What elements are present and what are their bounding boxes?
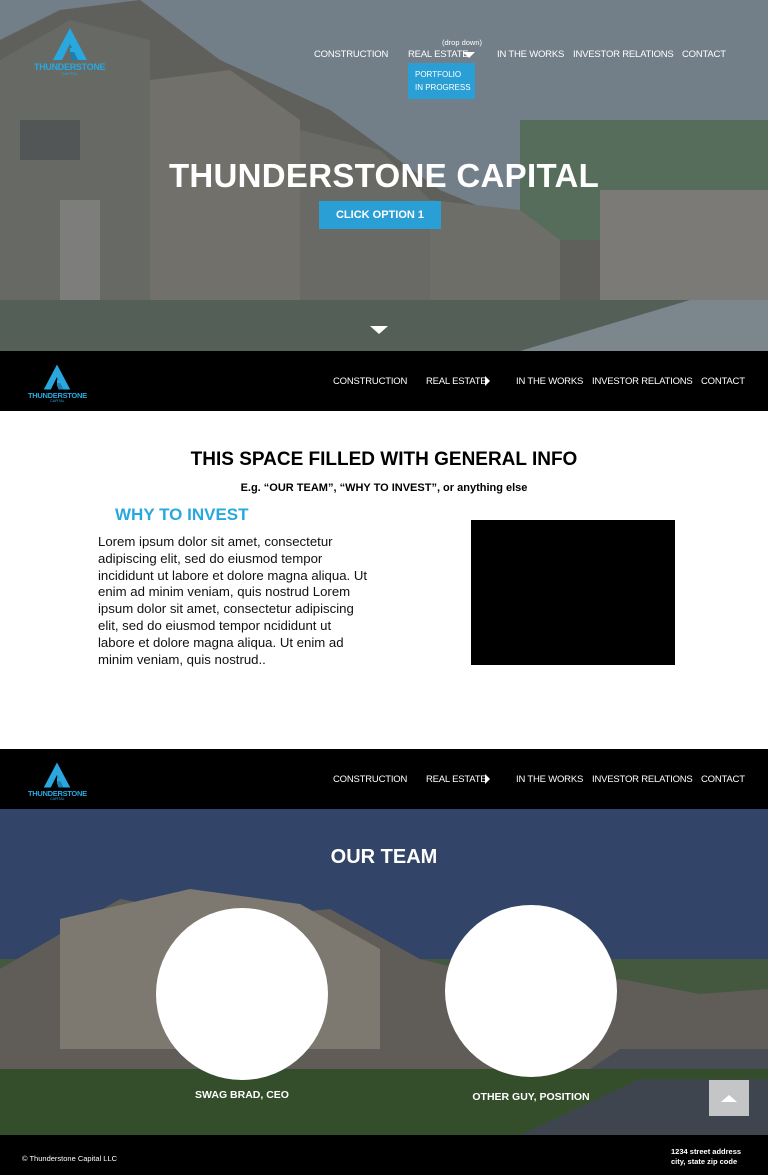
nav-in-the-works[interactable]: IN THE WORKS — [516, 376, 583, 387]
nav-real-estate[interactable]: REAL ESTATE — [426, 774, 487, 785]
logo-subtext: CAPITAL — [61, 71, 78, 76]
member-name: OTHER GUY, POSITION — [472, 1091, 590, 1103]
nav-contact[interactable]: CONTACT — [701, 376, 745, 387]
arrow-up-icon — [721, 1094, 737, 1102]
member-photo[interactable] — [445, 905, 617, 1077]
info-title: THIS SPACE FILLED WITH GENERAL INFO — [190, 449, 578, 470]
why-invest-heading: WHY TO INVEST — [115, 505, 249, 524]
chevron-right-icon[interactable] — [485, 774, 490, 784]
nav-construction[interactable]: CONSTRUCTION — [314, 49, 388, 60]
nav-in-the-works[interactable]: IN THE WORKS — [516, 774, 583, 785]
nav-real-estate[interactable]: REAL ESTATE — [408, 49, 469, 60]
address-line-1: 1234 street address — [671, 1147, 742, 1156]
nav-contact[interactable]: CONTACT — [701, 774, 745, 785]
chevron-right-icon[interactable] — [485, 376, 490, 386]
nav-construction[interactable]: CONSTRUCTION — [333, 774, 407, 785]
dropdown-item-portfolio[interactable]: PORTFOLIO — [415, 68, 468, 81]
footer-address: 1234 street address city, state zip code — [671, 1147, 741, 1167]
cta-button[interactable]: CLICK OPTION 1 — [319, 201, 441, 229]
media-placeholder[interactable] — [471, 520, 675, 665]
site-footer: © Thunderstone Capital LLC 1234 street a… — [0, 1135, 768, 1175]
nav-construction[interactable]: CONSTRUCTION — [333, 376, 407, 387]
dropdown-item-in-progress[interactable]: IN PROGRESS — [415, 81, 471, 94]
scroll-down-icon[interactable] — [370, 326, 388, 334]
copyright-text: © Thunderstone Capital LLC — [22, 1154, 118, 1163]
team-section: OUR TEAM SWAG BRAD, CEO OTHER GUY, POSIT… — [0, 809, 768, 1135]
main-nav: CONSTRUCTION REAL ESTATE IN THE WORKS IN… — [0, 351, 768, 411]
nav-real-estate[interactable]: REAL ESTATE — [426, 376, 487, 387]
nav-bar-secondary: THUNDERSTONE CAPITAL CONSTRUCTION REAL E… — [0, 749, 768, 809]
member-photo[interactable] — [156, 908, 328, 1080]
nav-contact[interactable]: CONTACT — [682, 49, 726, 60]
address-line-2: city, state zip code — [671, 1157, 738, 1166]
general-info-section: THIS SPACE FILLED WITH GENERAL INFO E.g.… — [0, 411, 768, 749]
back-to-top-button[interactable] — [709, 1080, 749, 1116]
team-title: OUR TEAM — [330, 846, 438, 868]
hero-title: THUNDERSTONE CAPITAL — [168, 157, 600, 194]
why-invest-body: Lorem ipsum dolor sit amet, consectetur … — [98, 534, 368, 667]
nav-in-the-works[interactable]: IN THE WORKS — [497, 49, 564, 60]
member-name: SWAG BRAD, CEO — [195, 1089, 289, 1101]
nav-investor-relations[interactable]: INVESTOR RELATIONS — [573, 49, 674, 60]
dropdown-hint: (drop down) — [442, 38, 483, 47]
main-nav: CONSTRUCTION REAL ESTATE IN THE WORKS IN… — [0, 749, 768, 809]
real-estate-dropdown: PORTFOLIO IN PROGRESS — [408, 63, 475, 99]
nav-investor-relations[interactable]: INVESTOR RELATIONS — [592, 376, 693, 387]
nav-bar-primary: THUNDERSTONE CAPITAL CONSTRUCTION REAL E… — [0, 351, 768, 411]
hero-section: THUNDERSTONE CAPITAL CONSTRUCTION REAL E… — [0, 0, 768, 351]
chevron-down-icon[interactable] — [463, 52, 475, 58]
nav-investor-relations[interactable]: INVESTOR RELATIONS — [592, 774, 693, 785]
hero-nav: CONSTRUCTION REAL ESTATE IN THE WORKS IN… — [0, 0, 768, 70]
info-subtitle: E.g. “OUR TEAM”, “WHY TO INVEST”, or any… — [240, 482, 528, 494]
